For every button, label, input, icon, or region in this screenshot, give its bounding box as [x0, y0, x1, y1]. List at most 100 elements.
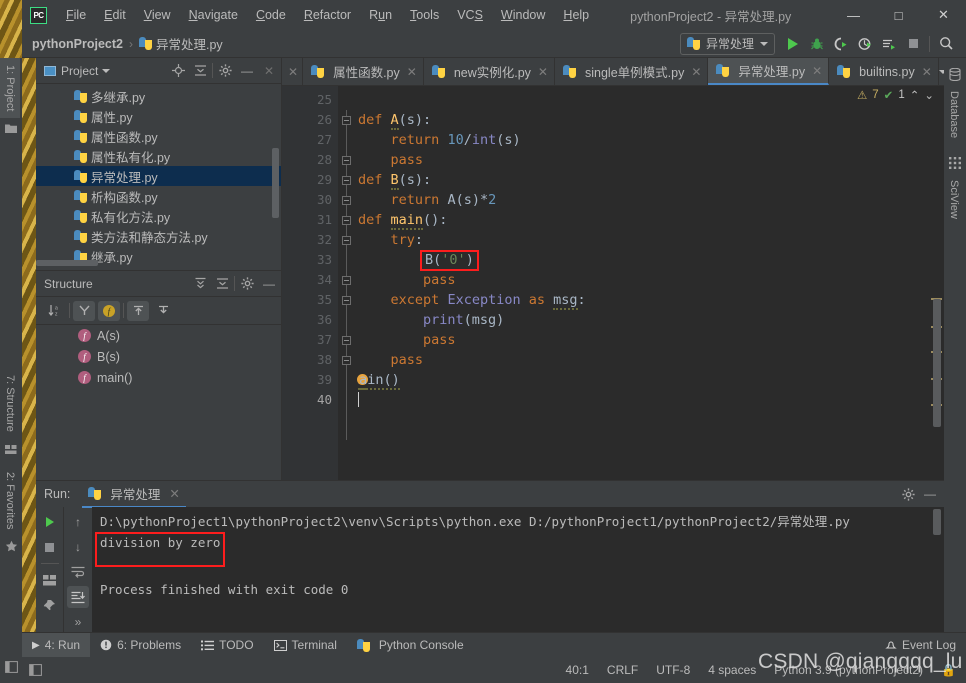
python-interpreter[interactable]: Python 3.9 (pythonProject2)	[774, 663, 923, 677]
close-icon[interactable]: ✕	[691, 65, 701, 79]
caret-position[interactable]: 40:1	[566, 663, 589, 677]
collapse-all-icon[interactable]	[212, 274, 232, 294]
tree-item[interactable]: 属性私有化.py	[36, 146, 281, 166]
profile-button[interactable]	[853, 32, 877, 56]
tree-item[interactable]: 类方法和静态方法.py	[36, 226, 281, 246]
scroll-from-source-icon[interactable]	[168, 61, 188, 81]
pin-tab-button[interactable]	[39, 594, 61, 616]
project-horizontal-scrollbar[interactable]	[36, 260, 98, 266]
prev-problem-icon[interactable]: ⌃	[910, 88, 920, 102]
soft-wrap-icon[interactable]	[67, 561, 89, 583]
stop-button[interactable]	[39, 536, 61, 558]
breadcrumb-file[interactable]: 异常处理.py	[156, 34, 223, 53]
structure-item[interactable]: fmain()	[36, 367, 281, 388]
tab-overflow-icon[interactable]	[939, 58, 944, 85]
toggle-toolwindows-icon[interactable]	[0, 657, 22, 677]
code-line-current[interactable]	[354, 390, 944, 410]
tree-item[interactable]: 属性.py	[36, 106, 281, 126]
code-line[interactable]: pass	[354, 330, 944, 350]
line-separator[interactable]: CRLF	[607, 663, 638, 677]
code-line[interactable]: print(msg)	[354, 310, 944, 330]
menu-item-help[interactable]: Help	[554, 5, 598, 25]
tree-item[interactable]: 属性函数.py	[36, 126, 281, 146]
editor-tab[interactable]: 属性函数.py✕	[303, 58, 424, 85]
code-line[interactable]: try:	[354, 230, 944, 250]
minimize-button[interactable]: —	[831, 0, 876, 30]
bottom-tab-python-console[interactable]: Python Console	[347, 633, 474, 658]
menu-item-vcs[interactable]: VCS	[448, 5, 492, 25]
bottom-tab-run[interactable]: ▶ 4: Run	[22, 633, 90, 658]
run-configuration-selector[interactable]: 异常处理	[680, 33, 775, 55]
code-line[interactable]: return 10/int(s)	[354, 130, 944, 150]
sidebar-tab-sciview[interactable]: SciView	[944, 173, 964, 226]
sidebar-tab-favorites[interactable]: 2: Favorites	[0, 465, 20, 536]
menu-item-refactor[interactable]: Refactor	[295, 5, 360, 25]
bottom-tab-todo[interactable]: TODO	[191, 633, 263, 658]
event-log-button[interactable]: Event Log	[885, 638, 966, 652]
up-arrow-icon[interactable]: ↑	[67, 511, 89, 533]
run-with-coverage-button[interactable]	[829, 32, 853, 56]
scroll-to-source-icon[interactable]	[127, 301, 149, 321]
next-problem-icon[interactable]: ⌄	[924, 88, 934, 102]
close-button[interactable]: ✕	[921, 0, 966, 30]
tree-item[interactable]: 析构函数.py	[36, 186, 281, 206]
more-actions-icon[interactable]: »	[67, 611, 89, 633]
lock-icon[interactable]: 🔒	[941, 663, 956, 677]
code-folding-gutter[interactable]	[338, 86, 354, 480]
run-console-output[interactable]: D:\pythonProject1\pythonProject2\venv\Sc…	[92, 507, 944, 633]
project-vertical-scrollbar[interactable]	[272, 148, 279, 218]
editor-scrollbar[interactable]	[930, 86, 944, 480]
search-icon[interactable]	[934, 32, 958, 56]
editor-tab-close-left[interactable]: ✕	[282, 58, 303, 85]
menu-item-navigate[interactable]: Navigate	[180, 5, 247, 25]
indent-setting[interactable]: 4 spaces	[708, 663, 756, 677]
code-line[interactable]: def B(s):	[354, 170, 944, 190]
code-line[interactable]: pass	[354, 350, 944, 370]
close-icon[interactable]: ✕	[922, 65, 932, 79]
close-icon[interactable]: ✕	[169, 486, 179, 501]
structure-item[interactable]: fA(s)	[36, 325, 281, 346]
code-text[interactable]: def A(s): return 10/int(s) pass def B(s)…	[354, 86, 944, 480]
code-line[interactable]: except Exception as msg:	[354, 290, 944, 310]
tree-item-selected[interactable]: 异常处理.py	[36, 166, 281, 186]
show-inherited-icon[interactable]	[73, 301, 95, 321]
close-icon[interactable]: ✕	[407, 65, 417, 79]
tree-item[interactable]: 私有化方法.py	[36, 206, 281, 226]
close-icon[interactable]: ✕	[538, 65, 548, 79]
menu-item-run[interactable]: Run	[360, 5, 401, 25]
sidebar-tab-database[interactable]: Database	[944, 84, 964, 145]
sort-alphabetically-icon[interactable]: az	[44, 301, 66, 321]
code-line[interactable]: pass	[354, 270, 944, 290]
hide-panel-icon[interactable]: —	[920, 484, 940, 504]
gear-icon[interactable]	[237, 274, 257, 294]
collapse-all-icon[interactable]	[190, 61, 210, 81]
structure-list[interactable]: fA(s) fB(s) fmain()	[36, 325, 281, 388]
chevron-down-icon[interactable]	[102, 69, 110, 73]
code-line-highlighted[interactable]: B('0')	[354, 250, 944, 270]
tree-item[interactable]: 多继承.py	[36, 86, 281, 106]
file-encoding[interactable]: UTF-8	[656, 663, 690, 677]
editor-tab[interactable]: builtins.py✕	[829, 58, 939, 85]
menu-item-tools[interactable]: Tools	[401, 5, 448, 25]
toggle-toolwindows-button[interactable]	[22, 664, 48, 676]
run-tab[interactable]: 异常处理 ✕	[82, 480, 186, 508]
structure-item[interactable]: fB(s)	[36, 346, 281, 367]
sidebar-tab-project[interactable]: 1: Project	[0, 58, 20, 118]
console-scrollbar-thumb[interactable]	[933, 509, 941, 535]
menu-item-code[interactable]: Code	[247, 5, 295, 25]
expand-all-icon[interactable]	[190, 274, 210, 294]
debug-button[interactable]	[805, 32, 829, 56]
scroll-to-end-icon[interactable]	[67, 586, 89, 608]
hide-panel-icon[interactable]: —	[237, 61, 257, 81]
editor-tab[interactable]: new实例化.py✕	[424, 58, 555, 85]
rerun-button[interactable]	[39, 511, 61, 533]
menu-item-view[interactable]: View	[135, 5, 180, 25]
sidebar-tab-structure[interactable]: 7: Structure	[0, 368, 20, 439]
bottom-tab-terminal[interactable]: Terminal	[264, 633, 347, 658]
down-arrow-icon[interactable]: ↓	[67, 536, 89, 558]
show-fields-icon[interactable]: f	[98, 301, 120, 321]
bottom-tab-problems[interactable]: 6: Problems	[90, 633, 191, 658]
code-line[interactable]	[354, 90, 944, 110]
project-file-tree[interactable]: 多继承.py 属性.py 属性函数.py 属性私有化.py 异常处理.py 析构…	[36, 84, 281, 268]
menu-item-file[interactable]: FFileile	[57, 5, 95, 25]
